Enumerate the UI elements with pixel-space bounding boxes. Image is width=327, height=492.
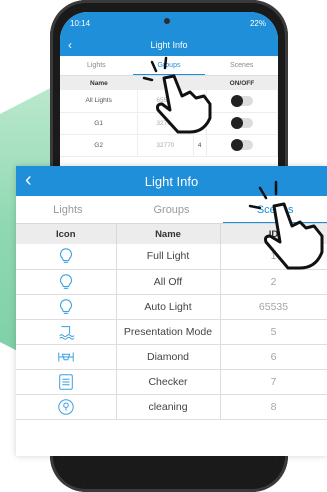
scene-id: 6	[220, 344, 327, 370]
diamond-icon	[58, 352, 74, 361]
back-icon[interactable]: ‹	[25, 169, 32, 191]
scene-name: Full Light	[116, 244, 221, 270]
scene-name: cleaning	[116, 394, 221, 420]
bulb-icon	[59, 248, 72, 264]
table-row[interactable]: Checker 7	[16, 369, 327, 395]
scene-name: All Off	[116, 269, 221, 295]
onoff-toggle[interactable]	[230, 139, 253, 151]
onoff-toggle[interactable]	[230, 94, 253, 107]
back-icon[interactable]: ‹	[68, 38, 72, 52]
scene-id: 8	[220, 394, 327, 420]
status-battery: 22%	[249, 18, 266, 28]
bulb-icon	[59, 273, 72, 289]
onoff-toggle[interactable]	[230, 117, 253, 129]
phone-bottom	[60, 456, 278, 482]
presentation-icon	[59, 325, 75, 340]
tab-lights[interactable]: Lights	[16, 196, 120, 223]
scene-name: Auto Light	[116, 294, 221, 320]
phone-title: Light Info	[150, 40, 188, 50]
table-row[interactable]: Auto Light 65535	[16, 294, 327, 320]
row-extra: 4	[193, 134, 207, 157]
tab-groups[interactable]: Groups	[120, 196, 224, 223]
table-row[interactable]: G2 32770 4	[60, 134, 278, 157]
col-name: Name	[116, 224, 221, 244]
tap-hand-icon	[248, 180, 324, 270]
phone-header: ‹ Light Info	[60, 34, 278, 56]
scene-name: Diamond	[116, 344, 221, 370]
row-id: 32770	[137, 134, 194, 157]
tap-hand-icon	[142, 56, 212, 134]
row-name: G2	[60, 134, 139, 157]
col-icon: Icon	[16, 224, 117, 244]
table-row[interactable]: Diamond 6	[16, 344, 327, 370]
camera-icon	[164, 18, 170, 24]
row-name: All Lights	[60, 90, 139, 113]
table-row[interactable]: cleaning 8	[16, 394, 327, 420]
scene-id: 7	[220, 369, 327, 395]
checker-icon	[58, 373, 73, 390]
bulb-icon	[59, 298, 72, 314]
status-time: 10:14	[70, 18, 91, 28]
scene-name: Presentation Mode	[116, 319, 221, 345]
cleaning-icon	[58, 398, 74, 415]
scene-id: 65535	[220, 294, 327, 320]
row-name: G1	[60, 112, 139, 135]
phone-col-name: Name	[60, 76, 138, 90]
scene-id: 5	[220, 319, 327, 345]
table-row[interactable]: Presentation Mode 5	[16, 319, 327, 345]
scene-name: Checker	[116, 369, 221, 395]
phone-tab-lights[interactable]: Lights	[60, 56, 133, 75]
